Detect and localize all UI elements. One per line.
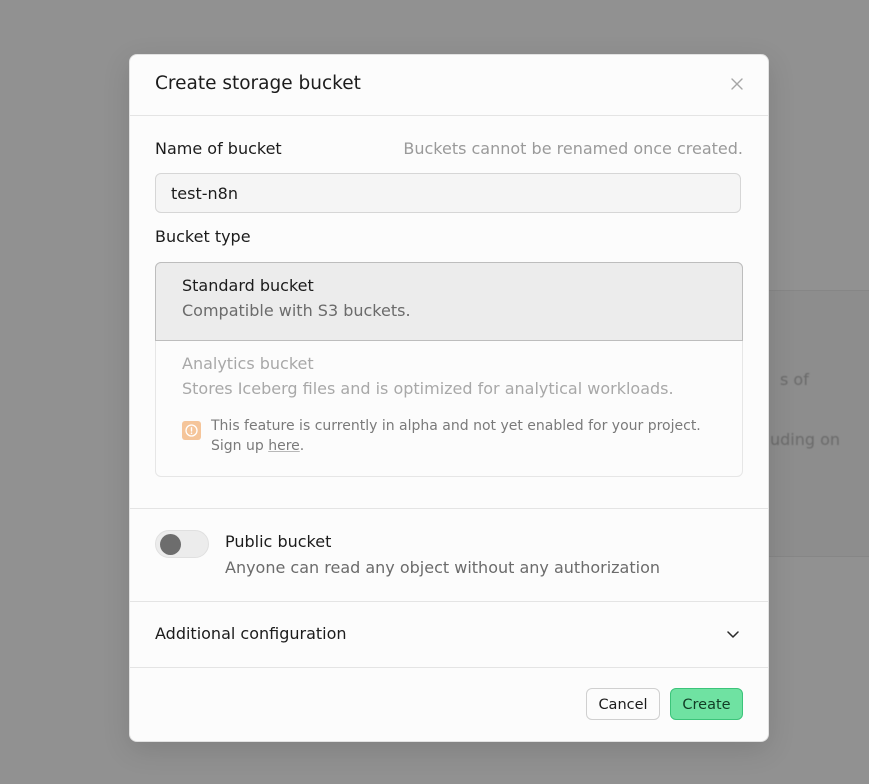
chevron-down-icon (727, 631, 739, 638)
signup-link[interactable]: here (268, 438, 300, 454)
option-title: Analytics bucket (182, 354, 314, 373)
bucket-type-standard-option[interactable]: Standard bucket Compatible with S3 bucke… (155, 262, 743, 341)
public-bucket-toggle[interactable] (155, 530, 209, 558)
dialog-header: Create storage bucket (130, 55, 768, 116)
additional-configuration-label: Additional configuration (155, 624, 347, 643)
bucket-type-analytics-option[interactable]: Analytics bucket Stores Iceberg files an… (156, 341, 742, 476)
public-bucket-title: Public bucket (225, 532, 332, 551)
create-bucket-dialog: Create storage bucket Name of bucket Buc… (129, 54, 769, 742)
option-description: Compatible with S3 buckets. (182, 301, 411, 320)
section-divider (130, 508, 768, 509)
bucket-name-input[interactable] (155, 173, 741, 213)
option-title: Standard bucket (182, 276, 314, 295)
close-button[interactable] (726, 73, 748, 95)
create-button[interactable]: Create (670, 688, 743, 720)
bucket-type-group: Standard bucket Compatible with S3 bucke… (155, 262, 743, 477)
alert-icon (182, 421, 201, 440)
bucket-name-label: Name of bucket (155, 139, 282, 158)
option-description: Stores Iceberg files and is optimized fo… (182, 379, 674, 398)
close-icon (731, 78, 743, 90)
footer-divider (130, 667, 768, 668)
bucket-type-label: Bucket type (155, 227, 251, 246)
dialog-title: Create storage bucket (155, 73, 361, 94)
additional-configuration-toggle[interactable]: Additional configuration (130, 602, 768, 667)
alpha-notice-text: This feature is currently in alpha and n… (211, 416, 731, 456)
background-text: uding on (770, 430, 841, 449)
bucket-name-hint: Buckets cannot be renamed once created. (403, 139, 743, 158)
background-text: s of (780, 370, 809, 389)
alpha-notice-end: . (299, 438, 305, 454)
toggle-knob (160, 534, 181, 555)
public-bucket-description: Anyone can read any object without any a… (225, 558, 661, 577)
cancel-button[interactable]: Cancel (586, 688, 660, 720)
